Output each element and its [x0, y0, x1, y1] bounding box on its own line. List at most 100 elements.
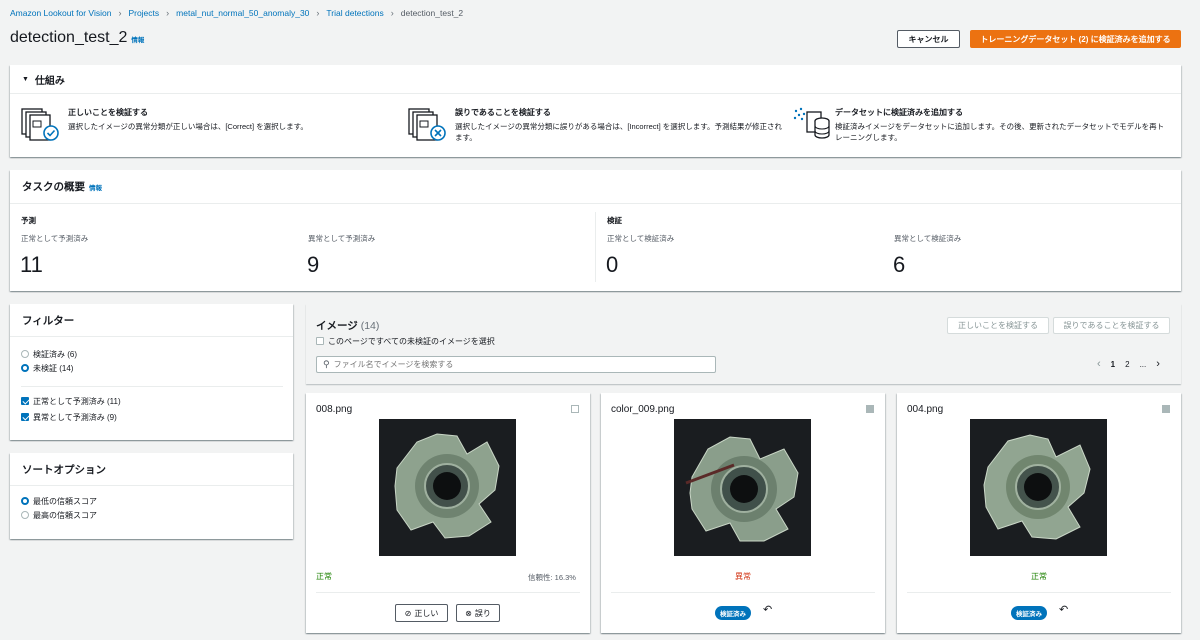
breadcrumb-current: detection_test_2: [400, 8, 464, 18]
search-box[interactable]: ⚲: [316, 356, 716, 373]
chevron-left-icon[interactable]: ‹: [1097, 358, 1101, 370]
verify-incorrect-button[interactable]: 誤りであることを検証する: [1053, 317, 1170, 334]
chevron-right-icon: ›: [166, 8, 170, 18]
undo-icon[interactable]: ↶: [763, 603, 772, 616]
filter-pred-normal-option[interactable]: 正常として予測済み (11): [21, 394, 121, 408]
checkbox-label: 正常として予測済み (11): [33, 396, 121, 406]
metal-nut-image[interactable]: [674, 419, 811, 556]
prediction-label: 正常: [316, 572, 332, 581]
sort-panel: ソートオプション 最低の信頼スコア 最高の信頼スコア: [10, 453, 293, 539]
metal-nut-image[interactable]: [970, 419, 1107, 556]
chevron-right-icon: ›: [390, 8, 394, 18]
radio-label: 最高の信頼スコア: [33, 510, 97, 520]
page-1[interactable]: 1: [1111, 360, 1115, 369]
prediction-group-label: 予測: [21, 216, 36, 225]
how-item-title: 誤りであることを検証する: [455, 108, 551, 117]
filter-verified-option[interactable]: 検証済み (6): [21, 347, 77, 361]
sort-lowest-option[interactable]: 最低の信頼スコア: [21, 494, 97, 508]
select-all-option[interactable]: このページですべての未検証のイメージを選択: [316, 334, 495, 348]
image-select-checkbox: [1162, 405, 1170, 413]
chevron-right-icon[interactable]: ›: [1156, 358, 1160, 370]
breadcrumb-trial-detections[interactable]: Trial detections: [326, 8, 383, 18]
images-panel-header: イメージ (14) このページですべての未検証のイメージを選択 ⚲ 正しいことを…: [306, 304, 1181, 384]
stat-label: 正常として予測済み: [21, 234, 89, 243]
filter-title: フィルター: [10, 304, 293, 337]
chevron-right-icon: ›: [118, 8, 122, 18]
images-count: (14): [360, 320, 380, 332]
page-2[interactable]: 2: [1125, 360, 1129, 369]
filter-panel: フィルター 検証済み (6) 未検証 (14) 正常として予測済み (11) 異…: [10, 304, 293, 440]
search-icon: ⚲: [323, 359, 330, 369]
task-summary-title: タスクの概要: [22, 181, 85, 193]
prediction-label: 正常: [1031, 572, 1047, 581]
radio[interactable]: [21, 511, 29, 519]
radio[interactable]: [21, 497, 29, 505]
verification-group-label: 検証: [607, 216, 622, 225]
image-select-checkbox[interactable]: [571, 405, 579, 413]
add-verified-to-dataset-button[interactable]: トレーニングデータセット (2) に検証済みを追加する: [970, 30, 1181, 48]
button-label: 正しい: [414, 608, 439, 618]
divider: [611, 592, 875, 593]
image-card: 004.png 正常 検証済み ↶: [897, 393, 1181, 633]
checkbox[interactable]: [316, 337, 324, 345]
how-item-verify-correct: 正しいことを検証する 選択したイメージの異常分類が正しい場合は、[Correct…: [20, 107, 378, 143]
info-link[interactable]: 情報: [89, 182, 102, 192]
task-summary-header: タスクの概要 情報: [10, 170, 1181, 204]
how-item-desc: 検証済みイメージをデータセットに追加します。その後、更新されたデータセットでモデ…: [835, 122, 1165, 142]
cancel-button[interactable]: キャンセル: [897, 30, 960, 48]
how-item-desc: 選択したイメージの異常分類が正しい場合は、[Correct] を選択します。: [68, 122, 308, 131]
documents-x-icon: [408, 108, 446, 141]
sort-title: ソートオプション: [10, 453, 293, 486]
caret-down-icon: ▼: [22, 75, 29, 83]
radio[interactable]: [21, 350, 29, 358]
checkbox[interactable]: [21, 397, 29, 405]
breadcrumb-project[interactable]: metal_nut_normal_50_anomaly_30: [176, 8, 309, 18]
search-input[interactable]: [333, 360, 694, 369]
filter-pred-anomaly-option[interactable]: 異常として予測済み (9): [21, 410, 121, 424]
breadcrumb-lookout[interactable]: Amazon Lookout for Vision: [10, 8, 111, 18]
how-item-desc: 選択したイメージの異常分類に誤りがある場合は、[Incorrect] を選択しま…: [455, 122, 783, 142]
filter-unverified-option[interactable]: 未検証 (14): [21, 361, 77, 375]
how-item-add-to-dataset: データセットに検証済みを追加する 検証済みイメージをデータセットに追加します。そ…: [793, 107, 1165, 143]
radio-label: 最低の信頼スコア: [33, 496, 97, 506]
how-it-works-header[interactable]: ▼ 仕組み: [10, 65, 1181, 94]
verify-correct-button[interactable]: 正しいことを検証する: [947, 317, 1049, 334]
divider: [21, 386, 283, 387]
radio-label: 検証済み (6): [33, 349, 77, 359]
mark-correct-button[interactable]: ⊘ 正しい: [395, 604, 448, 622]
pagination: ‹ 1 2 ... ›: [1092, 358, 1165, 370]
verified-badge: 検証済み: [1011, 606, 1047, 620]
group-divider: [595, 212, 596, 282]
radio-label: 未検証 (14): [33, 363, 74, 373]
how-item-verify-incorrect: 誤りであることを検証する 選択したイメージの異常分類に誤りがある場合は、[Inc…: [407, 107, 785, 143]
check-circle-icon: ⊘: [404, 608, 412, 618]
stat-value: 9: [307, 252, 320, 277]
images-title: イメージ: [316, 320, 358, 332]
how-item-title: 正しいことを検証する: [68, 108, 148, 117]
documents-check-icon: [21, 108, 59, 141]
checkbox[interactable]: [21, 413, 29, 421]
info-link[interactable]: 情報: [131, 34, 144, 44]
chevron-right-icon: ›: [316, 8, 320, 18]
divider: [907, 592, 1171, 593]
checkbox-label: 異常として予測済み (9): [33, 412, 117, 422]
prediction-label: 異常: [735, 572, 751, 581]
metal-nut-image[interactable]: [379, 419, 516, 556]
stat-value: 0: [606, 252, 619, 277]
checkbox-label: このページですべての未検証のイメージを選択: [328, 336, 495, 346]
stat-label: 異常として予測済み: [308, 234, 376, 243]
undo-icon[interactable]: ↶: [1059, 603, 1068, 616]
task-summary-panel: タスクの概要 情報 予測 検証 正常として予測済み 11 異常として予測済み 9…: [10, 170, 1181, 291]
sort-highest-option[interactable]: 最高の信頼スコア: [21, 508, 97, 522]
radio[interactable]: [21, 364, 29, 372]
mark-incorrect-button[interactable]: ⊗ 誤り: [456, 604, 500, 622]
breadcrumb-projects[interactable]: Projects: [128, 8, 159, 18]
verified-badge: 検証済み: [715, 606, 751, 620]
page-title-row: detection_test_2 情報: [10, 29, 144, 47]
stat-value: 6: [893, 252, 906, 277]
stat-label: 異常として検証済み: [894, 234, 962, 243]
how-item-title: データセットに検証済みを追加する: [835, 108, 963, 117]
image-select-checkbox: [866, 405, 874, 413]
stat-value: 11: [20, 252, 43, 277]
images-title-row: イメージ (14): [316, 318, 379, 333]
